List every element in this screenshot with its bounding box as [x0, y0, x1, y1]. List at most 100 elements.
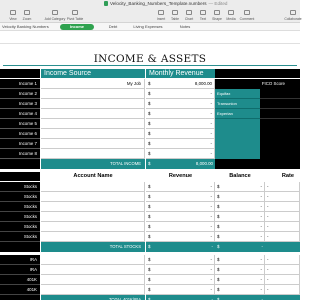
revenue-cell[interactable]: $ -: [146, 212, 215, 222]
income-source-cell[interactable]: [41, 139, 145, 149]
total-value: -: [261, 244, 263, 249]
zoom-button[interactable]: Zoom: [16, 8, 38, 23]
currency-symbol: $: [148, 267, 151, 272]
rate-cell[interactable]: -: [265, 202, 300, 212]
revenue-cell[interactable]: $ -: [146, 232, 215, 242]
rate-value: -: [267, 214, 269, 219]
tab-notes[interactable]: Notes: [176, 24, 194, 30]
rate-cell[interactable]: -: [265, 192, 300, 202]
rate-cell[interactable]: -: [265, 232, 300, 242]
income-row-label: Income 7: [0, 139, 40, 149]
monthly-revenue-cell[interactable]: $ -: [146, 149, 215, 159]
total-401k-ira-rate: [265, 295, 300, 300]
fico-score-header: FICO Score: [215, 79, 300, 89]
revenue-cell[interactable]: $ -: [146, 265, 215, 275]
balance-cell[interactable]: $ -: [215, 192, 265, 202]
monthly-revenue-cell[interactable]: $ -: [146, 89, 215, 99]
rate-cell[interactable]: -: [265, 265, 300, 275]
revenue-cell[interactable]: $ -: [146, 285, 215, 295]
collaborate-button[interactable]: Collaborate: [282, 8, 304, 23]
revenue-cell[interactable]: $ -: [146, 255, 215, 265]
balance-value: -: [260, 204, 262, 209]
pivot-table-button[interactable]: Pivot Table: [64, 8, 86, 23]
total-401k-ira-label: TOTAL 401K/IRA: [41, 295, 145, 300]
tab-income[interactable]: Income: [60, 24, 94, 30]
revenue-cell[interactable]: $ -: [146, 202, 215, 212]
toolbar: View Zoom Add Category Pivot Table Insert Tab…: [0, 8, 302, 23]
income-row-label: Income 5: [0, 119, 40, 129]
monthly-revenue-cell[interactable]: $ -: [146, 109, 215, 119]
rate-cell[interactable]: -: [265, 182, 300, 192]
rate-cell[interactable]: -: [265, 285, 300, 295]
account-name-cell[interactable]: [41, 275, 145, 285]
rate-value: -: [267, 204, 269, 209]
tab-debt[interactable]: Debt: [104, 24, 122, 30]
account-name-cell[interactable]: [41, 255, 145, 265]
revenue-cell[interactable]: $ -: [146, 192, 215, 202]
add-category-icon: [52, 10, 58, 15]
account-name-cell[interactable]: [41, 222, 145, 232]
balance-cell[interactable]: $ -: [215, 275, 265, 285]
monthly-revenue-cell[interactable]: $ -: [146, 119, 215, 129]
total-401k-ira-left-strip: [0, 295, 40, 300]
balance-cell[interactable]: $ -: [215, 182, 265, 192]
title-divider: [3, 65, 297, 66]
income-source-cell[interactable]: My Job: [41, 79, 145, 89]
tab-velocity-banking-numbers[interactable]: Velocity Banking Numbers: [2, 24, 49, 30]
monthly-revenue-cell[interactable]: $8,000.00: [146, 79, 215, 89]
rate-cell[interactable]: -: [265, 222, 300, 232]
income-source-cell[interactable]: [41, 129, 145, 139]
collaborate-icon: [290, 10, 296, 15]
total-income-value-cell: $8,000.00: [146, 159, 215, 169]
balance-cell[interactable]: $ -: [215, 255, 265, 265]
currency-symbol: $: [217, 204, 220, 209]
stocks-row-label: Stocks: [0, 222, 40, 232]
currency-symbol: $: [217, 184, 220, 189]
account-name-cell[interactable]: [41, 192, 145, 202]
account-name-cell[interactable]: [41, 285, 145, 295]
revenue-value: -: [210, 111, 212, 116]
revenue-value: -: [210, 287, 212, 292]
account-name-cell[interactable]: [41, 265, 145, 275]
fico-score-input[interactable]: [260, 109, 300, 119]
balance-cell[interactable]: $ -: [215, 222, 265, 232]
balance-cell[interactable]: $ -: [215, 265, 265, 275]
comment-button[interactable]: Comment: [236, 8, 258, 23]
balance-cell[interactable]: $ -: [215, 285, 265, 295]
income-source-cell[interactable]: [41, 89, 145, 99]
monthly-revenue-cell[interactable]: $ -: [146, 139, 215, 149]
revenue-cell[interactable]: $ -: [146, 222, 215, 232]
income-source-cell[interactable]: [41, 149, 145, 159]
fico-score-input[interactable]: [260, 99, 300, 109]
balance-cell[interactable]: $ -: [215, 212, 265, 222]
account-name-cell[interactable]: [41, 232, 145, 242]
monthly-revenue-cell[interactable]: $ -: [146, 129, 215, 139]
rate-cell[interactable]: -: [265, 255, 300, 265]
account-name-cell[interactable]: [41, 182, 145, 192]
balance-cell[interactable]: $ -: [215, 202, 265, 212]
currency-symbol: $: [148, 204, 151, 209]
currency-symbol: $: [148, 81, 151, 86]
currency-symbol: $: [217, 224, 220, 229]
fico-bureau-label: Transunion: [215, 99, 260, 109]
income-source-cell[interactable]: [41, 109, 145, 119]
balance-cell[interactable]: $ -: [215, 232, 265, 242]
retirement-row-label: 401K: [0, 285, 40, 295]
balance-value: -: [260, 224, 262, 229]
revenue-cell[interactable]: $ -: [146, 182, 215, 192]
income-source-cell[interactable]: [41, 119, 145, 129]
currency-symbol: $: [148, 131, 151, 136]
retirement-row-label: 401K: [0, 275, 40, 285]
income-source-cell[interactable]: [41, 99, 145, 109]
revenue-cell[interactable]: $ -: [146, 275, 215, 285]
rate-value: -: [267, 287, 269, 292]
rate-cell[interactable]: -: [265, 275, 300, 285]
account-name-cell[interactable]: [41, 212, 145, 222]
account-name-cell[interactable]: [41, 202, 145, 212]
revenue-value: -: [210, 204, 212, 209]
tab-living-expenses[interactable]: Living Expenses: [130, 24, 166, 30]
sheet-tabs: Velocity Banking Numbers Income Debt Living…: [0, 23, 300, 31]
monthly-revenue-cell[interactable]: $ -: [146, 99, 215, 109]
fico-score-input[interactable]: [260, 89, 300, 99]
rate-cell[interactable]: -: [265, 212, 300, 222]
